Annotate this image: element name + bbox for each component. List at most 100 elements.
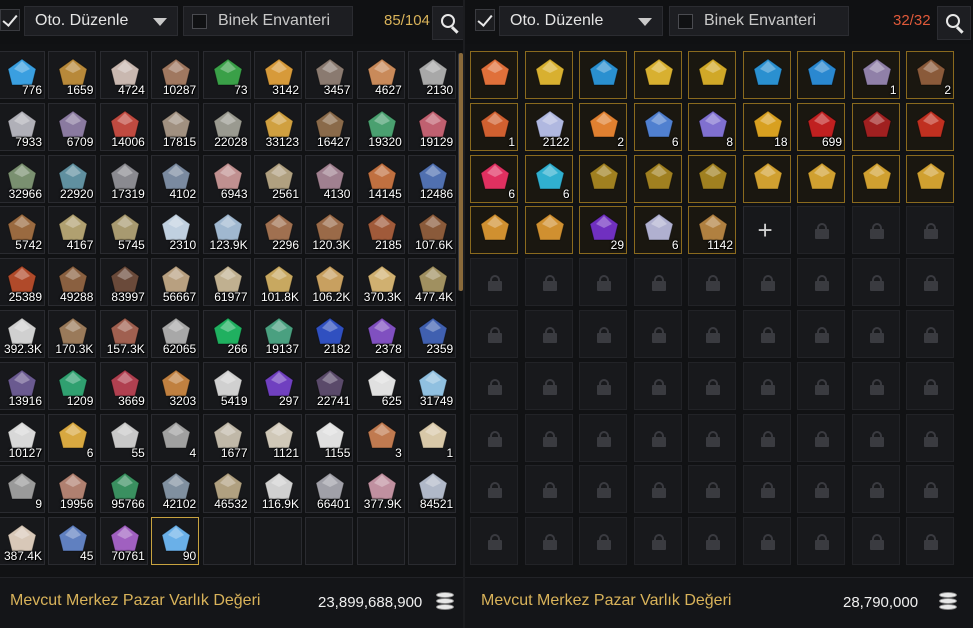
inventory-slot[interactable]: 107.6K	[408, 206, 457, 255]
inventory-slot[interactable]: 16427	[305, 102, 354, 151]
inventory-slot[interactable]: 2359	[408, 310, 457, 358]
inventory-slot[interactable]: 4130	[305, 154, 354, 203]
inventory-slot[interactable]: 370.3K	[356, 258, 405, 307]
inventory-slot[interactable]: 2182	[305, 310, 354, 358]
inventory-slot[interactable]: 6	[633, 102, 682, 151]
inventory-slot[interactable]: 12486	[408, 154, 457, 203]
inventory-slot[interactable]: 90	[151, 517, 200, 566]
inventory-slot[interactable]	[797, 154, 845, 203]
inventory-slot[interactable]: 477.4K	[408, 258, 457, 307]
inventory-slot[interactable]: 1142	[688, 206, 736, 255]
empty-slot[interactable]	[202, 517, 251, 566]
mount-inventory-checkbox[interactable]	[192, 14, 207, 29]
inventory-slot[interactable]: 95766	[99, 465, 148, 514]
inventory-slot[interactable]: 1677	[202, 413, 251, 462]
inventory-slot[interactable]	[524, 51, 573, 99]
inventory-slot[interactable]: 22920	[48, 154, 97, 203]
inventory-slot[interactable]: 19129	[408, 102, 457, 151]
inventory-slot[interactable]: 106.2K	[305, 258, 354, 307]
search-button[interactable]	[937, 6, 971, 40]
inventory-slot[interactable]	[579, 51, 627, 99]
inventory-slot[interactable]: 1	[408, 413, 457, 462]
inventory-slot[interactable]: 19956	[48, 465, 97, 514]
inventory-slot[interactable]: 170.3K	[48, 310, 97, 358]
auto-arrange-dropdown[interactable]: Oto. Düzenle	[24, 6, 178, 36]
inventory-slot[interactable]	[633, 154, 682, 203]
auto-arrange-checkbox[interactable]	[475, 9, 495, 31]
inventory-slot[interactable]: 22028	[202, 102, 251, 151]
inventory-slot[interactable]: 84521	[408, 465, 457, 514]
inventory-slot[interactable]: 13916	[0, 361, 45, 410]
inventory-slot[interactable]: 83997	[99, 258, 148, 307]
inventory-slot[interactable]: 3457	[305, 51, 354, 99]
empty-slot[interactable]	[254, 517, 302, 566]
inventory-slot[interactable]: 17319	[99, 154, 148, 203]
inventory-slot[interactable]: 19320	[356, 102, 405, 151]
empty-slot[interactable]	[305, 517, 354, 566]
inventory-slot[interactable]: 1	[470, 102, 518, 151]
inventory-slot[interactable]: 1	[851, 51, 900, 99]
inventory-slot[interactable]: 377.9K	[356, 465, 405, 514]
inventory-slot[interactable]: 45	[48, 517, 97, 566]
inventory-slot[interactable]: 297	[254, 361, 302, 410]
mount-scrollbar[interactable]	[459, 53, 463, 291]
inventory-slot[interactable]: 14145	[356, 154, 405, 203]
inventory-slot[interactable]: 2310	[151, 206, 200, 255]
inventory-slot[interactable]: 8	[688, 102, 736, 151]
inventory-slot[interactable]: 66401	[305, 465, 354, 514]
inventory-slot[interactable]: 6943	[202, 154, 251, 203]
inventory-slot[interactable]: 42102	[151, 465, 200, 514]
inventory-slot[interactable]	[579, 154, 627, 203]
inventory-slot[interactable]: 9	[0, 465, 45, 514]
inventory-slot[interactable]: 17815	[151, 102, 200, 151]
inventory-slot[interactable]: 4627	[356, 51, 405, 99]
inventory-slot[interactable]: 3	[356, 413, 405, 462]
inventory-slot[interactable]: 1209	[48, 361, 97, 410]
inventory-slot[interactable]: 1155	[305, 413, 354, 462]
inventory-slot[interactable]: 2296	[254, 206, 302, 255]
inventory-slot[interactable]: 2130	[408, 51, 457, 99]
inventory-slot[interactable]: 18	[742, 102, 791, 151]
inventory-slot[interactable]: 62065	[151, 310, 200, 358]
inventory-slot[interactable]: 19137	[254, 310, 302, 358]
inventory-slot[interactable]: 2122	[524, 102, 573, 151]
search-button[interactable]	[432, 6, 466, 40]
inventory-slot[interactable]: 4167	[48, 206, 97, 255]
inventory-slot[interactable]	[906, 154, 954, 203]
inventory-slot[interactable]	[470, 51, 518, 99]
inventory-slot[interactable]: 4724	[99, 51, 148, 99]
inventory-slot[interactable]: 29	[579, 206, 627, 255]
inventory-slot[interactable]	[851, 154, 900, 203]
mount-inventory-toggle[interactable]: Binek Envanteri	[183, 6, 353, 36]
inventory-slot[interactable]	[688, 154, 736, 203]
mount-inventory-toggle[interactable]: Binek Envanteri	[669, 6, 849, 36]
inventory-slot[interactable]: 3669	[99, 361, 148, 410]
auto-arrange-checkbox[interactable]	[0, 9, 20, 31]
inventory-slot[interactable]	[633, 51, 682, 99]
inventory-slot[interactable]: 6	[470, 154, 518, 203]
inventory-slot[interactable]: 625	[356, 361, 405, 410]
inventory-slot[interactable]: 6709	[48, 102, 97, 151]
inventory-slot[interactable]: 10127	[0, 413, 45, 462]
inventory-slot[interactable]: 3142	[254, 51, 302, 99]
inventory-slot[interactable]: 5745	[99, 206, 148, 255]
inventory-slot[interactable]: 123.9K	[202, 206, 251, 255]
inventory-slot[interactable]: 1121	[254, 413, 302, 462]
inventory-slot[interactable]: 157.3K	[99, 310, 148, 358]
inventory-slot[interactable]: 5742	[0, 206, 45, 255]
inventory-slot[interactable]	[524, 206, 573, 255]
inventory-slot[interactable]	[742, 51, 791, 99]
inventory-slot[interactable]: 6	[48, 413, 97, 462]
inventory-slot[interactable]: 31749	[408, 361, 457, 410]
inventory-slot[interactable]: 1659	[48, 51, 97, 99]
inventory-slot[interactable]	[470, 206, 518, 255]
inventory-slot[interactable]: 2	[906, 51, 954, 99]
inventory-slot[interactable]: 5419	[202, 361, 251, 410]
inventory-slot[interactable]	[851, 102, 900, 151]
inventory-slot[interactable]: 120.3K	[305, 206, 354, 255]
inventory-slot[interactable]	[742, 154, 791, 203]
inventory-slot[interactable]	[906, 102, 954, 151]
inventory-slot[interactable]: 387.4K	[0, 517, 45, 566]
auto-arrange-dropdown[interactable]: Oto. Düzenle	[499, 6, 663, 36]
inventory-slot[interactable]: 46532	[202, 465, 251, 514]
